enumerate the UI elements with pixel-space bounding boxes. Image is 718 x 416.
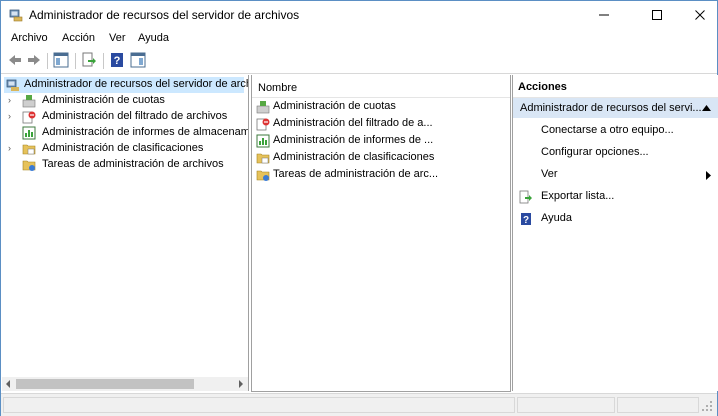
tree-item-label: Tareas de administración de archivos	[42, 158, 224, 170]
minimize-icon	[598, 14, 609, 16]
action-label: Exportar lista...	[541, 190, 615, 202]
expand-chevron-icon[interactable]: ›	[8, 95, 11, 105]
tree-item-label: Administración de cuotas	[42, 94, 165, 106]
action-label: Conectarse a otro equipo...	[541, 124, 674, 136]
window-title: Administrador de recursos del servidor d…	[29, 8, 300, 22]
actions-pane: Acciones Administrador de recursos del s…	[512, 75, 718, 391]
list-item-label: Administración de informes de ...	[273, 134, 434, 146]
storage-report-icon	[22, 126, 36, 140]
action-ver[interactable]: Ver	[513, 167, 718, 183]
tree-item-informes[interactable]: Administración de informes de almacenam	[8, 125, 248, 141]
action-label: Configurar opciones...	[541, 146, 649, 158]
status-bar	[1, 393, 717, 416]
file-server-icon	[6, 79, 19, 91]
tree-horizontal-scrollbar[interactable]	[2, 377, 248, 391]
tree-item-label: Administración del filtrado de archivos	[42, 110, 228, 122]
file-server-app-icon	[9, 9, 23, 22]
tree-item-filtrado[interactable]: › Administración del filtrado de archivo…	[8, 109, 244, 125]
tree-item-label: Administración de clasificaciones	[42, 142, 204, 154]
tree-item-tareas[interactable]: Tareas de administración de archivos	[8, 157, 244, 173]
actions-pane-header: Acciones	[513, 75, 718, 98]
scroll-right-icon[interactable]	[237, 380, 245, 388]
expand-chevron-icon[interactable]: ›	[8, 111, 11, 121]
list-item[interactable]: Administración de cuotas	[256, 99, 506, 115]
title-bar[interactable]: Administrador de recursos del servidor d…	[1, 1, 717, 29]
actions-title: Acciones	[518, 81, 567, 93]
tree-item-cuotas[interactable]: › Administración de cuotas	[8, 93, 244, 109]
file-task-folder-icon	[22, 160, 36, 171]
close-icon	[694, 10, 705, 20]
quota-icon	[256, 101, 270, 114]
toolbar-separator	[47, 53, 48, 69]
action-ayuda[interactable]: ? Ayuda	[513, 211, 718, 227]
scroll-left-icon[interactable]	[4, 380, 12, 388]
help-icon: ?	[521, 213, 531, 226]
help-icon[interactable]: ?	[109, 52, 125, 68]
close-button[interactable]	[677, 1, 718, 29]
tree-root-label: Administrador de recursos del servidor d…	[24, 78, 249, 90]
toolbar-separator	[75, 53, 76, 69]
quota-icon	[22, 95, 36, 108]
app-window: Administrador de recursos del servidor d…	[0, 0, 718, 416]
forward-arrow-icon[interactable]	[26, 52, 42, 68]
toolbar: ?	[1, 49, 717, 74]
export-list-icon	[519, 190, 532, 204]
menu-ver[interactable]: Ver	[109, 32, 126, 44]
list-item[interactable]: Administración de informes de ...	[256, 133, 506, 149]
svg-text:?: ?	[114, 55, 121, 67]
maximize-button[interactable]	[634, 1, 679, 29]
actions-section-label: Administrador de recursos del servi...	[520, 102, 702, 114]
list-item-label: Administración de cuotas	[273, 100, 396, 112]
maximize-icon	[651, 10, 662, 20]
back-arrow-icon[interactable]	[7, 52, 23, 68]
expand-chevron-icon[interactable]: ›	[8, 143, 11, 153]
list-item[interactable]: Tareas de administración de arc...	[256, 167, 506, 183]
file-screen-icon	[256, 118, 270, 131]
collapse-up-icon[interactable]	[702, 105, 711, 111]
classification-folder-icon	[256, 153, 270, 164]
minimize-button[interactable]	[581, 1, 626, 29]
menu-archivo[interactable]: Archivo	[11, 32, 48, 44]
export-list-icon[interactable]	[81, 52, 97, 68]
action-label: Ayuda	[541, 212, 572, 224]
tree-item-clasificaciones[interactable]: › Administración de clasificaciones	[8, 141, 244, 157]
show-action-pane-icon[interactable]	[130, 52, 146, 68]
tree-root-item[interactable]: Administrador de recursos del servidor d…	[4, 77, 248, 93]
svg-text:?: ?	[523, 215, 529, 226]
resize-grip-icon[interactable]	[701, 400, 713, 412]
scrollbar-thumb[interactable]	[16, 379, 194, 389]
file-screen-icon	[22, 111, 36, 124]
action-conectarse[interactable]: Conectarse a otro equipo...	[513, 123, 718, 139]
action-configurar-opciones[interactable]: Configurar opciones...	[513, 145, 718, 161]
status-cell-tertiary	[617, 397, 699, 413]
classification-folder-icon	[22, 144, 36, 155]
status-cell-main	[3, 397, 515, 413]
tree-item-label: Administración de informes de almacenam	[42, 126, 249, 138]
console-tree-icon[interactable]	[53, 52, 69, 68]
column-header-nombre[interactable]: Nombre	[252, 75, 510, 98]
list-item[interactable]: Administración del filtrado de a...	[256, 116, 506, 132]
list-item-label: Tareas de administración de arc...	[273, 168, 439, 180]
menu-bar: Archivo Acción Ver Ayuda	[1, 29, 717, 49]
toolbar-separator	[103, 53, 104, 69]
column-header-label: Nombre	[258, 82, 298, 94]
submenu-arrow-icon	[706, 171, 711, 180]
file-task-folder-icon	[256, 170, 270, 181]
menu-accion[interactable]: Acción	[62, 32, 95, 44]
list-item-label: Administración de clasificaciones	[273, 151, 435, 163]
storage-report-icon	[256, 134, 270, 148]
status-cell-secondary	[517, 397, 615, 413]
action-label: Ver	[541, 168, 558, 180]
actions-section-header[interactable]: Administrador de recursos del servi...	[513, 98, 718, 118]
results-list-pane: Nombre Administración de cuotas Administ…	[251, 75, 511, 392]
list-item[interactable]: Administración de clasificaciones	[256, 150, 506, 166]
action-exportar-lista[interactable]: Exportar lista...	[513, 189, 718, 205]
list-item-label: Administración del filtrado de a...	[273, 117, 433, 129]
menu-ayuda[interactable]: Ayuda	[138, 32, 169, 44]
console-tree-pane: Administrador de recursos del servidor d…	[2, 75, 249, 391]
